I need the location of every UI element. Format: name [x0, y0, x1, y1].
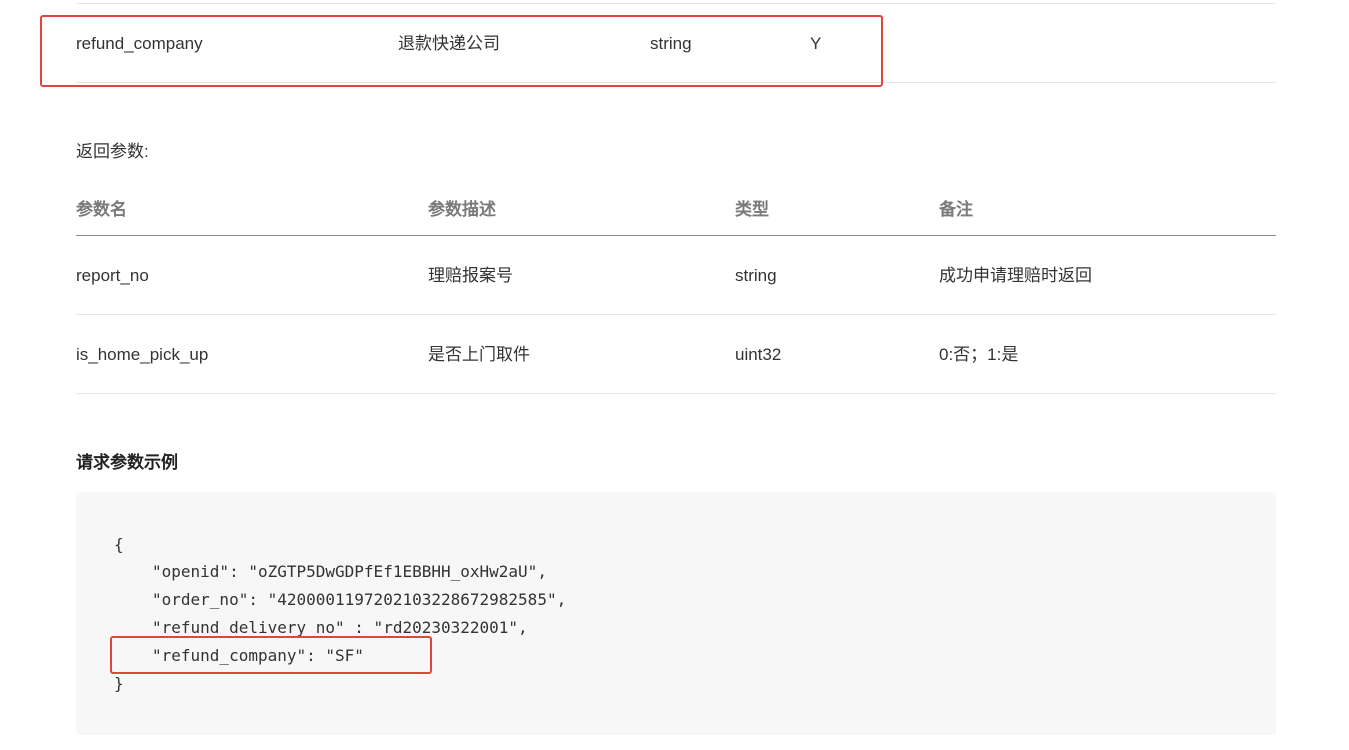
row-type-cell: uint32	[735, 345, 782, 364]
highlight-box-refund-company-code	[110, 636, 432, 674]
row-note-cell: 成功申请理赔时返回	[939, 266, 1092, 285]
request-example-heading: 请求参数示例	[76, 453, 178, 472]
table-divider	[76, 314, 1276, 315]
row-description-cell: 是否上门取件	[428, 345, 530, 364]
code-block	[76, 492, 1276, 735]
code-line-order-no: "order_no": "420000119720210322867298258…	[152, 590, 567, 609]
row-note-cell: 0:否；1:是	[939, 345, 1019, 364]
highlight-box-refund-company-row	[40, 15, 883, 87]
return-params-label: 返回参数:	[76, 142, 149, 161]
row-description-cell: 理赔报案号	[428, 266, 513, 285]
table-header-divider	[76, 235, 1276, 236]
code-line-refund-delivery-no: "refund_delivery_no" : "rd20230322001",	[152, 618, 528, 637]
row-name-cell: is_home_pick_up	[76, 345, 209, 364]
row-name-cell: report_no	[76, 266, 149, 285]
column-header-note: 备注	[939, 200, 973, 219]
table-divider	[76, 3, 1276, 4]
table-divider	[76, 393, 1276, 394]
code-line-close-brace: }	[114, 674, 124, 693]
code-line-openid: "openid": "oZGTP5DwGDPfEf1EBBHH_oxHw2aU"…	[152, 562, 547, 581]
row-type-cell: string	[735, 266, 777, 285]
column-header-description: 参数描述	[428, 200, 496, 219]
code-line-open-brace: {	[114, 535, 124, 554]
column-header-name: 参数名	[76, 200, 127, 219]
column-header-type: 类型	[735, 200, 769, 219]
